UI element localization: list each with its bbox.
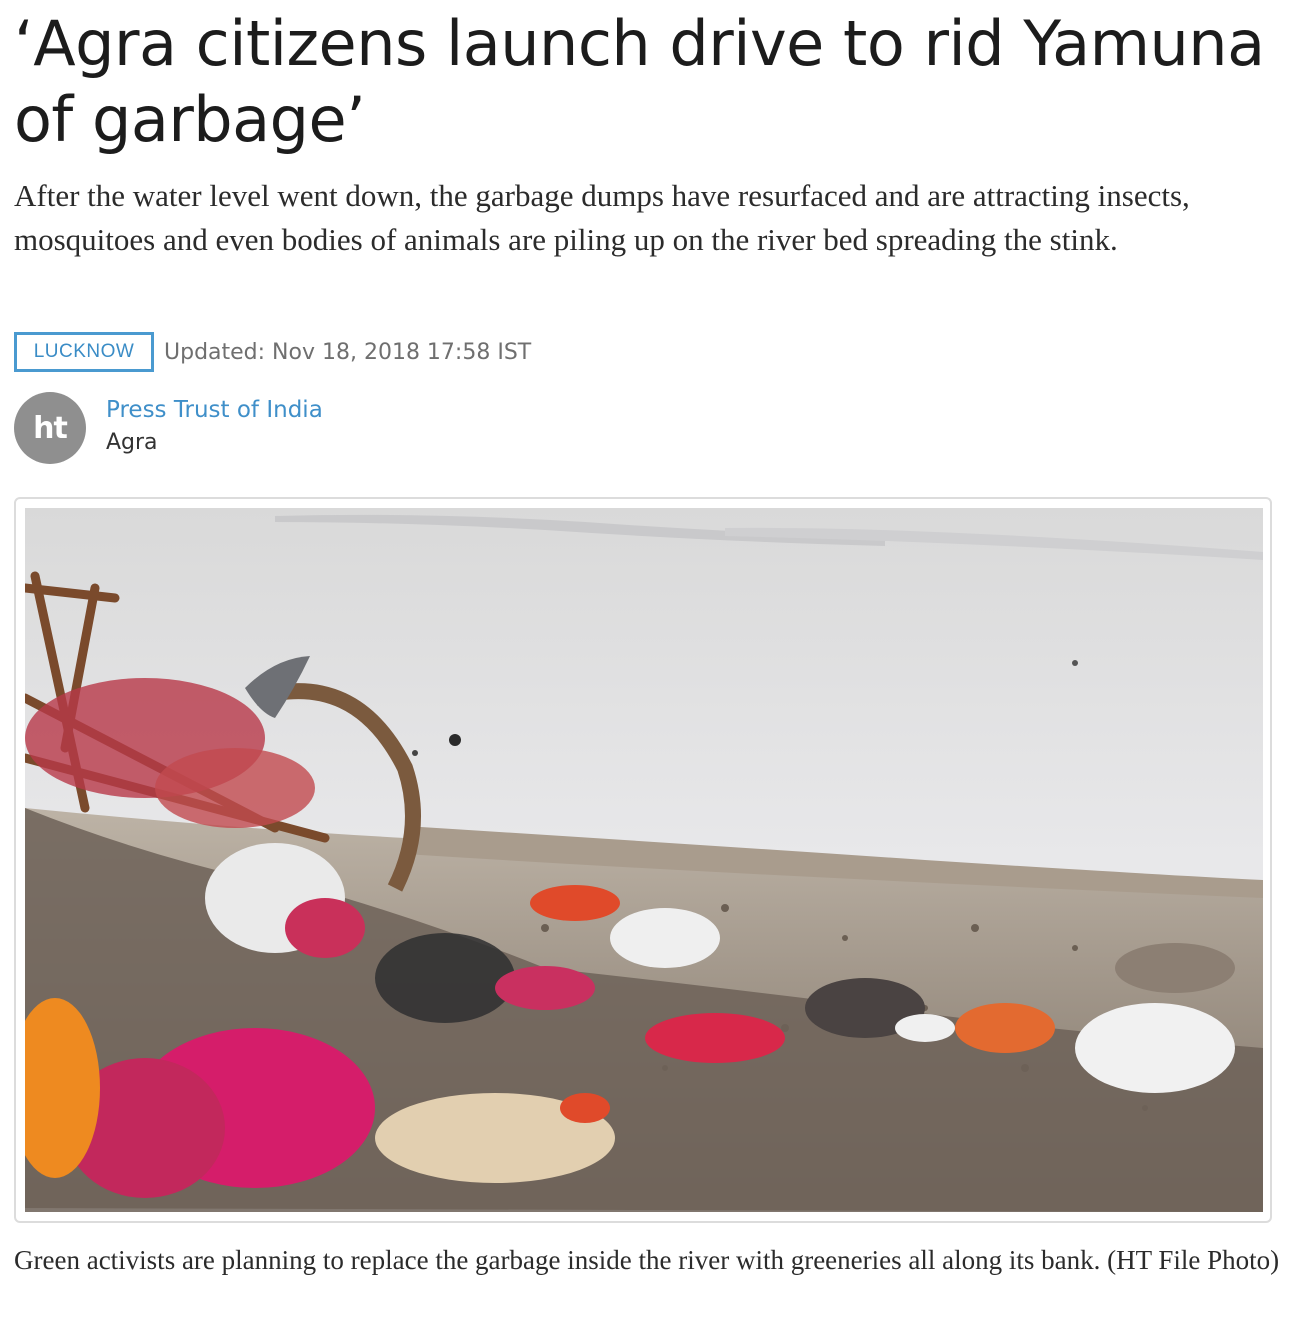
author-byline: ht Press Trust of India Agra	[14, 392, 323, 464]
author-location: Agra	[106, 430, 158, 455]
headline: ‘Agra citizens launch drive to rid Yamun…	[14, 7, 1265, 156]
photo-frame	[14, 497, 1272, 1223]
section-badge-link[interactable]: LUCKNOW	[14, 332, 154, 372]
author-name-link[interactable]: Press Trust of India	[106, 394, 323, 426]
photo-caption: Green activists are planning to replace …	[14, 1245, 1280, 1275]
publisher-avatar: ht	[14, 392, 86, 464]
garbage-riverbank-photo	[25, 508, 1263, 1212]
article-summary: After the water level went down, the gar…	[14, 178, 1190, 257]
avatar-logo-text: ht	[33, 410, 68, 446]
article: ‘Agra citizens launch drive to rid Yamun…	[14, 0, 1304, 1275]
meta-row: LUCKNOW Updated: Nov 18, 2018 17:58 IST	[14, 332, 531, 372]
updated-timestamp: Updated: Nov 18, 2018 17:58 IST	[164, 339, 532, 365]
author-info: Press Trust of India Agra	[106, 394, 323, 460]
